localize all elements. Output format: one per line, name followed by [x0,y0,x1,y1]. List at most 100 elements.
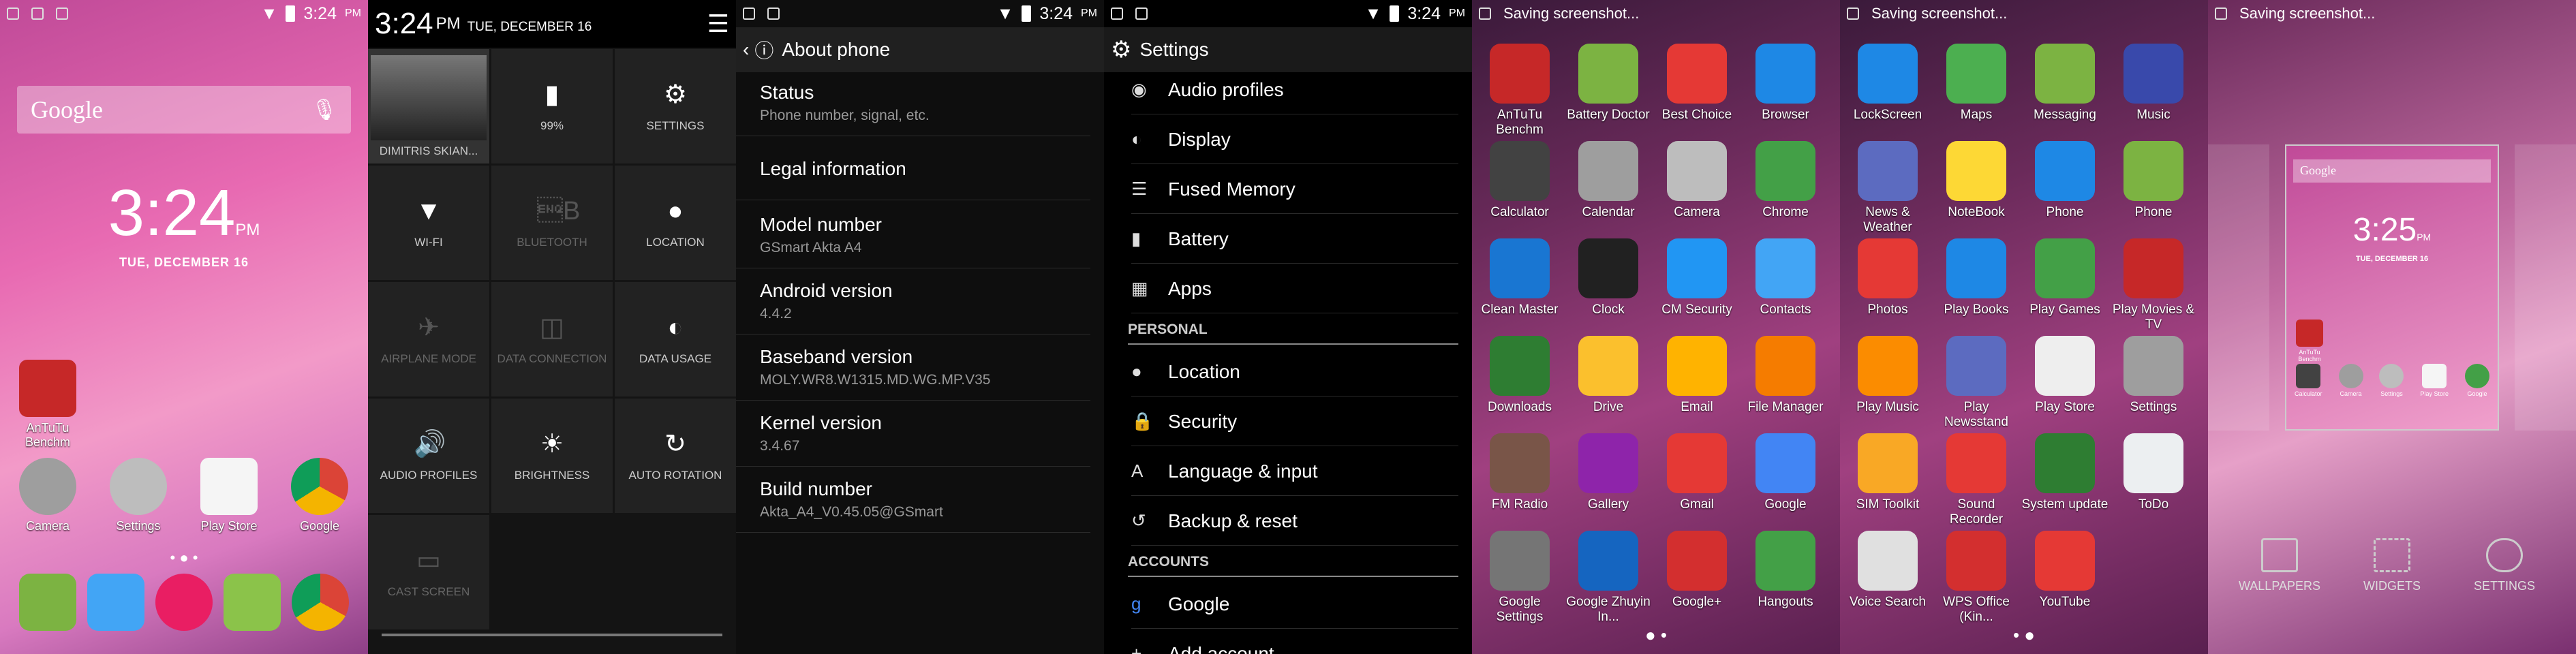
app-icon [2123,238,2183,298]
tile-user[interactable]: DIMITRIS SKIAN... [368,49,489,164]
app-icon-lockscreen[interactable]: LockScreen [1843,44,1932,123]
settings-row-apps[interactable]: ▦ Apps [1131,264,1458,313]
app-icon-phone[interactable]: Phone [2109,141,2198,220]
app-icon-news-weather[interactable]: News & Weather [1843,141,1932,235]
app-icon-messaging[interactable]: Messaging [2021,44,2109,123]
app-google[interactable]: Google [282,458,357,533]
app-icon-best-choice[interactable]: Best Choice [1653,44,1741,123]
widgets-option[interactable]: WIDGETS [2341,538,2443,593]
app-icon-play-games[interactable]: Play Games [2021,238,2109,317]
about-row-status[interactable]: Status Phone number, signal, etc. [736,82,1090,136]
home-page-preview[interactable]: Google 3:25PM TUE, DECEMBER 16 AnTuTu Be… [2285,144,2499,431]
settings-row-security[interactable]: 🔒 Security [1131,397,1458,446]
tile-audio-profiles[interactable]: 🔊 AUDIO PROFILES [368,399,489,513]
settings-row-fused-memory[interactable]: ☰ Fused Memory [1131,165,1458,214]
app-icon [1490,336,1550,396]
app-icon-play-store[interactable]: Play Store [2021,336,2109,415]
back-icon[interactable]: ‹ [743,39,749,61]
tile-bluetooth[interactable]: B BLUETOOTH [491,166,613,280]
clock-widget[interactable]: 3:24PM [0,176,368,251]
app-icon-voice-search[interactable]: Voice Search [1843,531,1932,610]
app-icon-clock[interactable]: Clock [1564,238,1653,317]
settings-row-google[interactable]: g Google [1131,580,1458,629]
app-icon-drive[interactable]: Drive [1564,336,1653,415]
about-row-android[interactable]: Android version 4.4.2 [736,280,1090,334]
tile-brightness[interactable]: ☀ BRIGHTNESS [491,399,613,513]
app-icon-play-music[interactable]: Play Music [1843,336,1932,415]
settings-row-battery[interactable]: ▮ Battery [1131,215,1458,264]
app-icon-camera[interactable]: Camera [1653,141,1741,220]
tile-wifi[interactable]: ▼ WI-FI [368,166,489,280]
app-icon-play-movies-tv[interactable]: Play Movies & TV [2109,238,2198,332]
tile-data-usage[interactable]: ◐ DATA USAGE [615,282,736,396]
settings-row-add-account[interactable]: + Add account [1131,629,1458,654]
about-row-build[interactable]: Build number Akta_A4_V0.45.05@GSmart [736,478,1090,533]
app-icon-google[interactable]: Google [1741,433,1830,512]
google-search-bar[interactable]: Google 🎙 [17,86,351,134]
app-settings[interactable]: Settings [101,458,176,533]
tile-auto-rotation[interactable]: ↻ AUTO ROTATION [615,399,736,513]
contacts-icon[interactable] [87,574,144,631]
app-icon-google-settings[interactable]: Google Settings [1475,531,1564,625]
tile-settings[interactable]: ⚙ SETTINGS [615,49,736,164]
settings-row-location[interactable]: ● Location [1131,347,1458,396]
settings-row-audio[interactable]: ◉ Audio profiles [1131,65,1458,114]
app-icon-music[interactable]: Music [2109,44,2198,123]
app-icon-maps[interactable]: Maps [1932,44,2021,123]
app-icon-gallery[interactable]: Gallery [1564,433,1653,512]
mic-icon[interactable]: 🎙 [311,98,337,122]
app-icon-hangouts[interactable]: Hangouts [1741,531,1830,610]
app-icon-chrome[interactable]: Chrome [1741,141,1830,220]
app-icon-calendar[interactable]: Calendar [1564,141,1653,220]
app-icon-cm-security[interactable]: CM Security [1653,238,1741,317]
app-icon-todo[interactable]: ToDo [2109,433,2198,512]
app-icon-system-update[interactable]: System update [2021,433,2109,512]
app-icon-email[interactable]: Email [1653,336,1741,415]
app-icon-settings[interactable]: Settings [2109,336,2198,415]
app-icon-google[interactable]: Google+ [1653,531,1741,610]
drag-handle[interactable] [382,634,722,636]
wallpapers-option[interactable]: WALLPAPERS [2228,538,2331,593]
tile-data-connection[interactable]: ◫ DATA CONNECTION [491,282,613,396]
tile-location[interactable]: ● LOCATION [615,166,736,280]
app-icon-browser[interactable]: Browser [1741,44,1830,123]
settings-option[interactable]: SETTINGS [2453,538,2556,593]
app-camera[interactable]: Camera [10,458,85,533]
settings-row-backup[interactable]: ↺ Backup & reset [1131,497,1458,546]
app-icon-calculator[interactable]: Calculator [1475,141,1564,220]
app-icon-contacts[interactable]: Contacts [1741,238,1830,317]
app-drawer-icon[interactable] [155,574,213,631]
settings-row-language[interactable]: A Language & input [1131,447,1458,496]
left-page-preview[interactable] [2208,144,2269,431]
app-icon-play-books[interactable]: Play Books [1932,238,2021,317]
chrome-icon[interactable] [292,574,349,631]
tile-battery[interactable]: ▮ 99% [491,49,613,164]
app-icon-youtube[interactable]: YouTube [2021,531,2109,610]
app-icon-file-manager[interactable]: File Manager [1741,336,1830,415]
app-icon-phone[interactable]: Phone [2021,141,2109,220]
app-icon-wps-office-kin[interactable]: WPS Office (Kin... [1932,531,2021,625]
tile-cast-screen[interactable]: ▭ CAST SCREEN [368,515,489,629]
settings-row-display[interactable]: ◐ Display [1131,115,1458,164]
app-icon-battery-doctor[interactable]: Battery Doctor [1564,44,1653,123]
app-icon-antutu-benchm[interactable]: AnTuTu Benchm [1475,44,1564,138]
tile-airplane[interactable]: ✈ AIRPLANE MODE [368,282,489,396]
app-antutu[interactable]: AnTuTu Benchm [10,360,85,450]
app-icon-photos[interactable]: Photos [1843,238,1932,317]
app-icon-notebook[interactable]: NoteBook [1932,141,2021,220]
app-icon-play-newsstand[interactable]: Play Newsstand [1932,336,2021,430]
app-icon-sound-recorder[interactable]: Sound Recorder [1932,433,2021,527]
messaging-icon[interactable] [224,574,281,631]
app-icon-gmail[interactable]: Gmail [1653,433,1741,512]
app-icon-google-zhuyin-in[interactable]: Google Zhuyin In... [1564,531,1653,625]
app-icon-clean-master[interactable]: Clean Master [1475,238,1564,317]
app-play-store[interactable]: Play Store [191,458,266,533]
app-icon-downloads[interactable]: Downloads [1475,336,1564,415]
about-row-legal[interactable]: Legal information [736,146,1090,200]
app-icon-fm-radio[interactable]: FM Radio [1475,433,1564,512]
phone-icon[interactable] [19,574,76,631]
app-icon-sim-toolkit[interactable]: SIM Toolkit [1843,433,1932,512]
list-toggle-icon[interactable]: ☰ [707,10,729,38]
app-label: Play Store [2035,400,2095,414]
right-page-preview[interactable] [2515,144,2576,431]
